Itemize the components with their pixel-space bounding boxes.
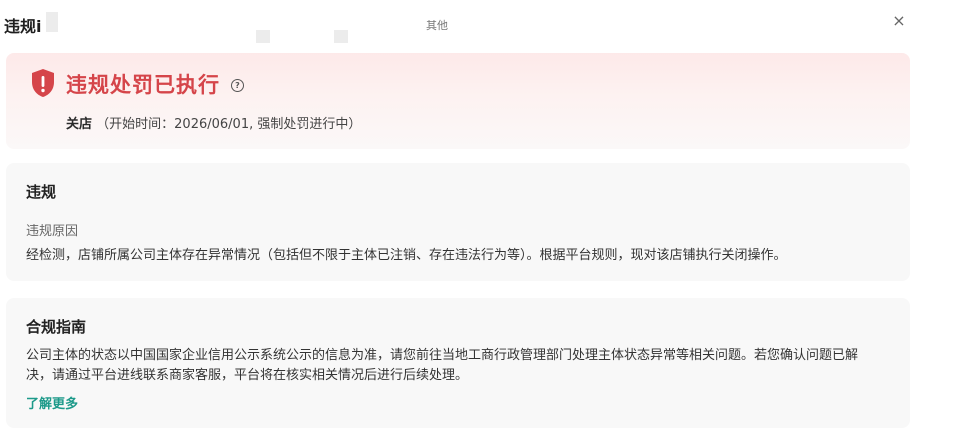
penalty-detail: （开始时间：2026/06/01, 强制处罚进行中） [96, 117, 362, 132]
question-circle-icon[interactable]: ? [231, 79, 244, 92]
reason-label: 违规原因 [26, 224, 79, 239]
alert-title: 违规处罚已执行 [66, 73, 220, 97]
shield-alert-icon [32, 69, 54, 97]
penalty-alert-card: 违规处罚已执行 ? 关店 （开始时间：2026/06/01, 强制处罚进行中） [6, 53, 910, 149]
learn-more-link[interactable]: 了解更多 [26, 393, 78, 412]
reason-text: 经检测，店铺所属公司主体存在异常情况（包括但不限于主体已注销、存在违法行为等）。… [26, 248, 787, 263]
compliance-guide-card: 合规指南 公司主体的状态以中国国家企业信用公示系统公示的信息为准，请您前往当地工… [6, 298, 910, 428]
dialog-title: 违规i [4, 17, 42, 36]
violation-heading: 违规 [26, 183, 57, 201]
dialog-header: 违规i 其他 × [0, 0, 960, 48]
guide-heading: 合规指南 [26, 318, 87, 336]
redacted-block [256, 30, 270, 43]
alert-status: 关店 （开始时间：2026/06/01, 强制处罚进行中） [66, 113, 361, 132]
violation-card: 违规 违规原因 经检测，店铺所属公司主体存在异常情况（包括但不限于主体已注销、存… [6, 163, 910, 281]
redacted-block [46, 12, 58, 32]
close-icon[interactable]: × [888, 10, 910, 32]
guide-text-line1: 公司主体的状态以中国国家企业信用公示系统公示的信息为准，请您前往当地工商行政管理… [26, 348, 859, 363]
category-label: 其他 [426, 19, 448, 32]
penalty-type: 关店 [66, 117, 93, 132]
guide-text-line2: 决，请通过平台进线联系商家客服，平台将在核实相关情况后进行后续处理。 [26, 368, 469, 383]
redacted-block [334, 30, 348, 43]
